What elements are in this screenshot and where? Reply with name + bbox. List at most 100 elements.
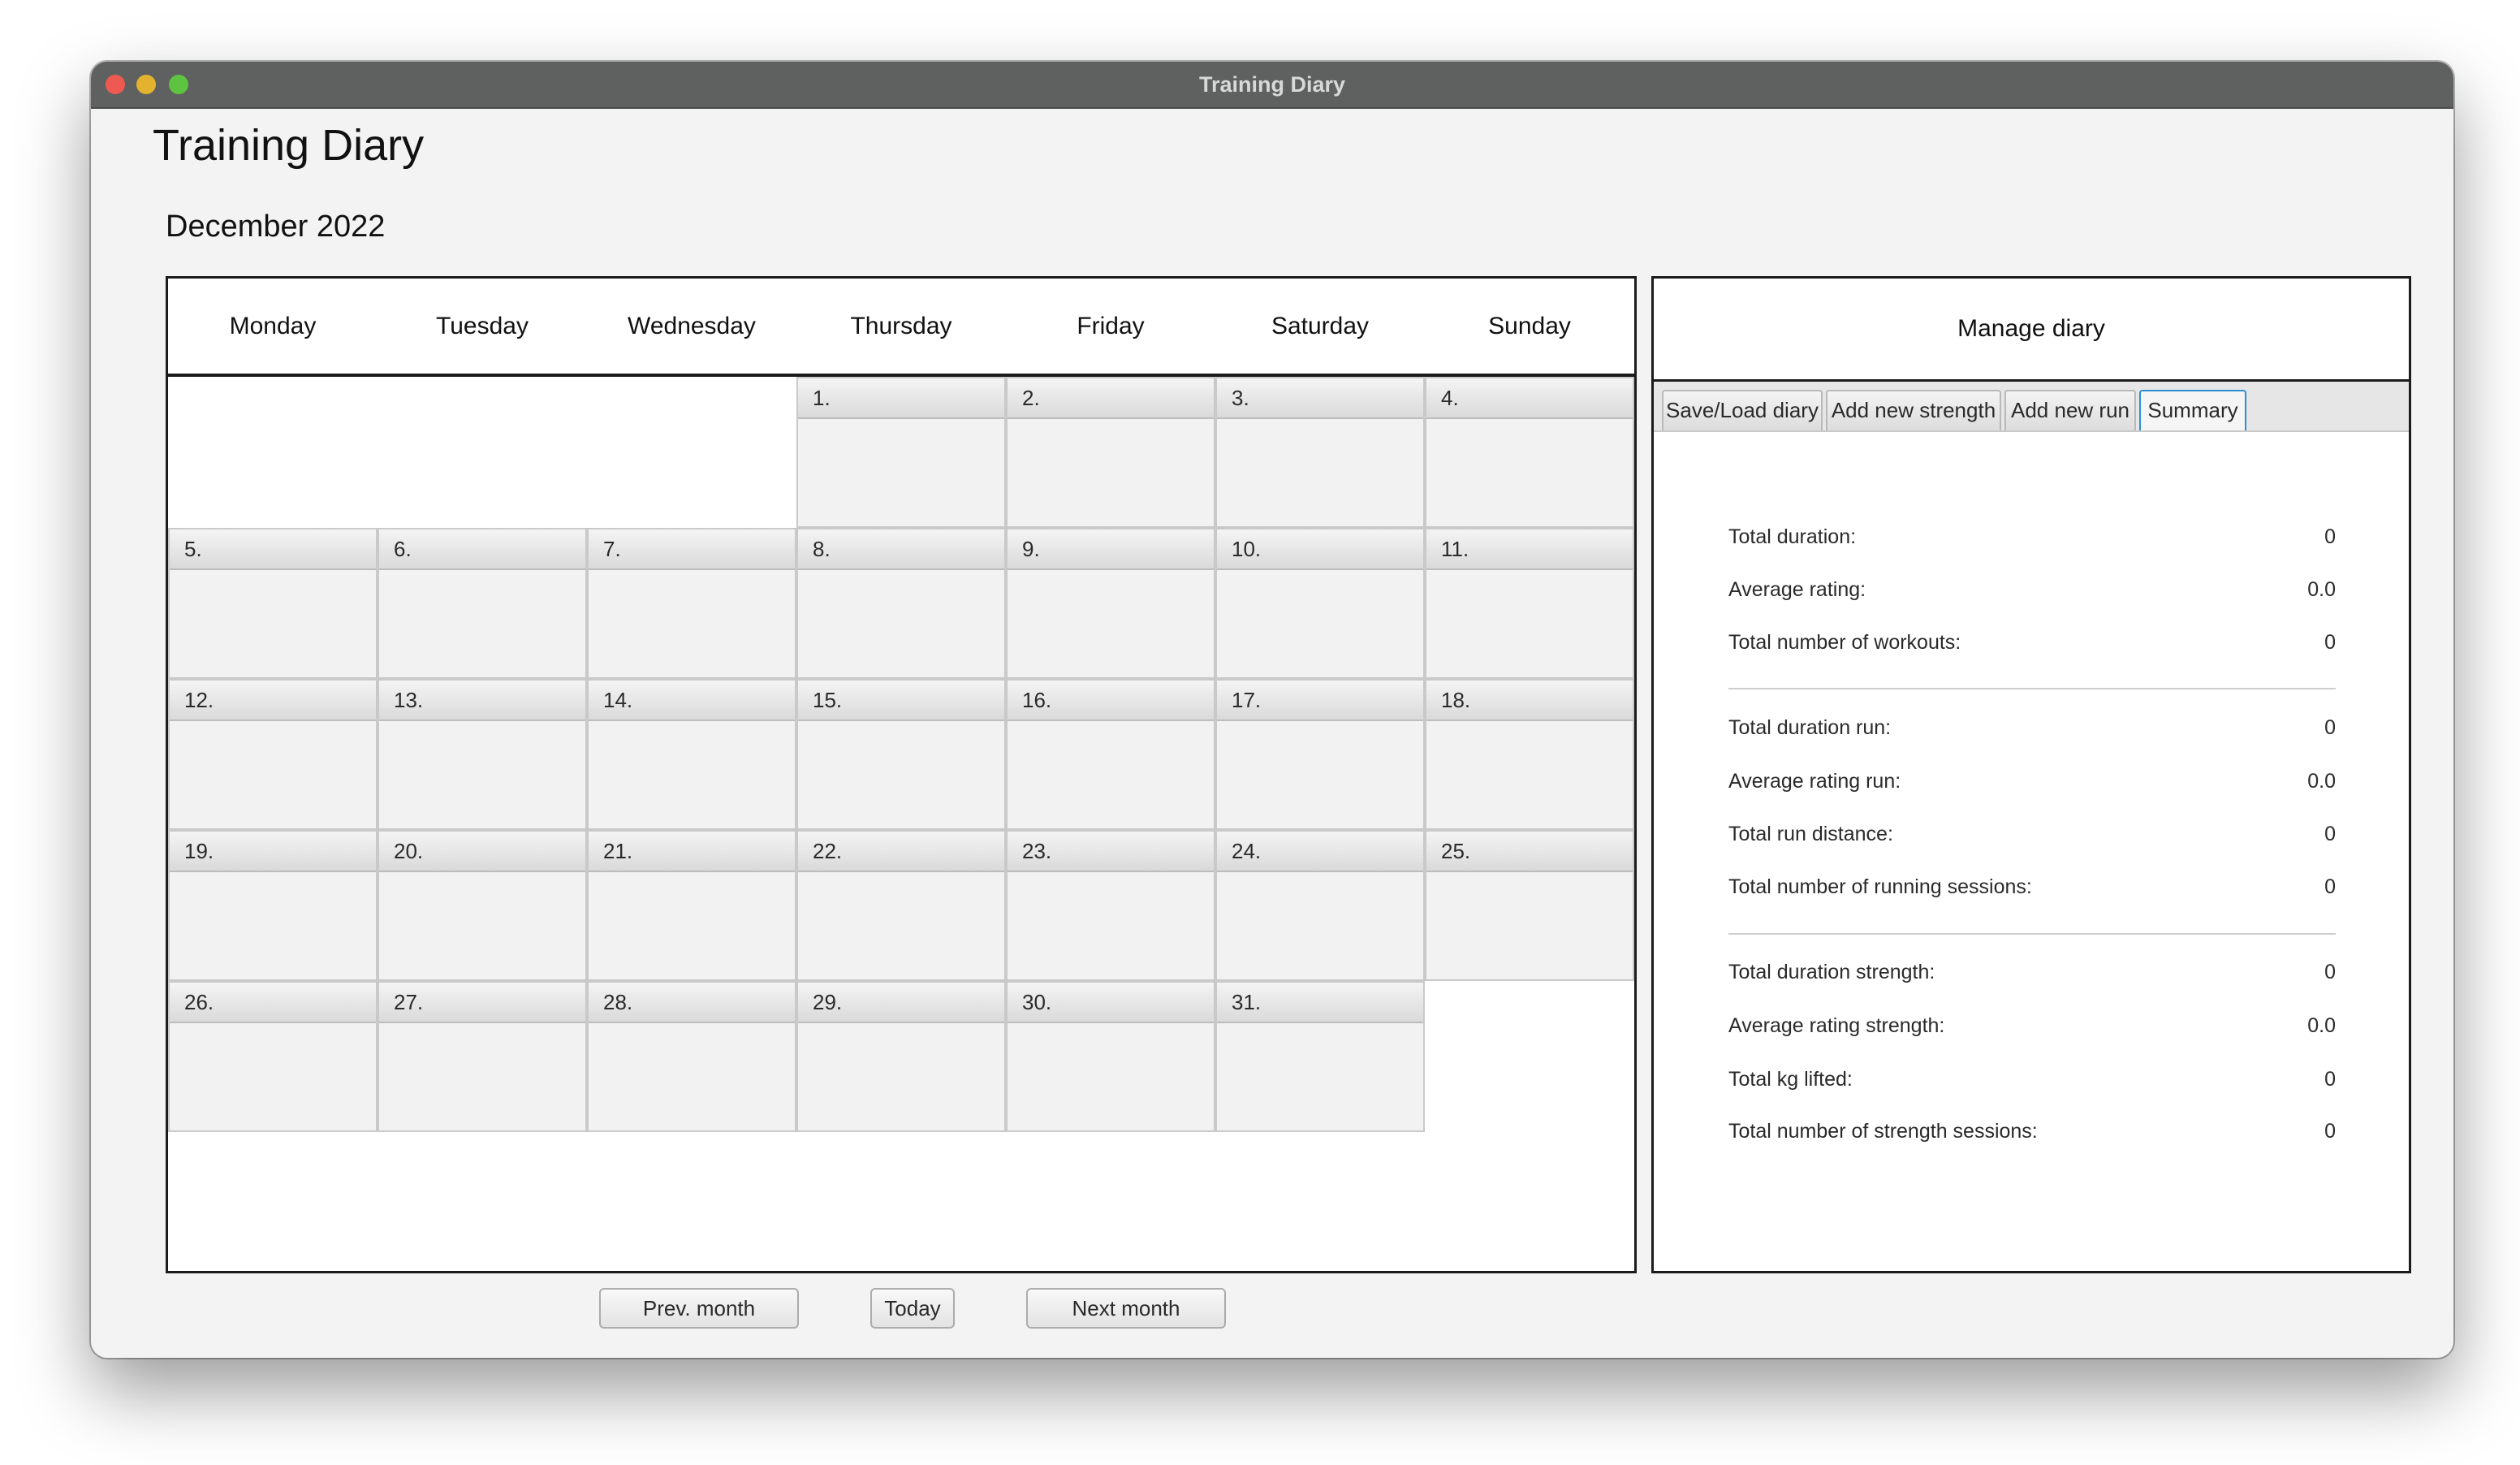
summary-label: Average rating run:: [1728, 770, 1901, 793]
calendar-day-cell[interactable]: 8.: [796, 528, 1006, 679]
day-number: 3.: [1217, 378, 1423, 419]
day-number: 15.: [798, 681, 1004, 721]
summary-row: Total duration: 0: [1728, 525, 2336, 558]
weekday-header: Monday Tuesday Wednesday Thursday Friday…: [168, 279, 1634, 377]
day-number: 4.: [1426, 378, 1633, 419]
calendar-day-cell[interactable]: 11.: [1425, 528, 1634, 679]
summary-row: Average rating strength: 0.0: [1728, 1014, 2336, 1047]
weekday-saturday: Saturday: [1271, 313, 1370, 339]
summary-label: Total duration strength:: [1728, 961, 1935, 983]
summary-value: 0: [2324, 1068, 2336, 1091]
tab-add-new-run[interactable]: Add new run: [2004, 390, 2136, 430]
weekday-friday: Friday: [1077, 313, 1145, 339]
calendar-day-cell[interactable]: 15.: [796, 679, 1006, 830]
day-number: 21.: [589, 832, 795, 872]
app-title: Training Diary: [153, 121, 425, 170]
day-number: 2.: [1008, 378, 1214, 419]
day-number: 10.: [1217, 529, 1423, 570]
tab-add-new-strength[interactable]: Add new strength: [1826, 390, 2001, 430]
weekday-monday: Monday: [229, 313, 317, 339]
summary-value: 0: [2324, 823, 2336, 845]
summary-value: 0: [2324, 875, 2336, 898]
summary-label: Total duration run:: [1728, 716, 1892, 739]
calendar-day-cell[interactable]: 1.: [796, 377, 1006, 528]
summary-label: Average rating strength:: [1728, 1014, 1945, 1037]
summary-row: Total number of workouts: 0: [1728, 631, 2336, 663]
day-number: 26.: [170, 983, 376, 1023]
calendar-day-cell[interactable]: 31.: [1215, 981, 1425, 1132]
day-number: 27.: [379, 983, 585, 1023]
calendar-day-cell[interactable]: 6.: [378, 528, 587, 679]
day-number: 17.: [1217, 681, 1423, 721]
calendar-day-cell[interactable]: 13.: [378, 679, 587, 830]
calendar-day-cell[interactable]: 9.: [1006, 528, 1215, 679]
weekday-wednesday: Wednesday: [628, 313, 756, 339]
day-number: 23.: [1008, 832, 1214, 872]
day-number: 9.: [1008, 529, 1214, 570]
calendar-day-cell[interactable]: 12.: [168, 679, 378, 830]
calendar-day-cell[interactable]: 28.: [587, 981, 796, 1132]
summary-row: Total number of strength sessions: 0: [1728, 1120, 2336, 1152]
calendar-day-cell[interactable]: 20.: [378, 830, 587, 981]
calendar-day-cell[interactable]: 25.: [1425, 830, 1634, 981]
summary-row: Total run distance: 0: [1728, 823, 2336, 855]
window-title: Training Diary: [1198, 72, 1346, 97]
summary-value: 0: [2324, 961, 2336, 983]
calendar-day-cell[interactable]: 16.: [1006, 679, 1215, 830]
month-label: December 2022: [166, 210, 386, 244]
today-button[interactable]: Today: [870, 1288, 955, 1329]
calendar-day-cell[interactable]: 5.: [168, 528, 378, 679]
calendar-day-cell[interactable]: 2.: [1006, 377, 1215, 528]
summary-row: Average rating run: 0.0: [1728, 770, 2336, 802]
calendar-day-cell[interactable]: 27.: [378, 981, 587, 1132]
calendar-day-cell[interactable]: 17.: [1215, 679, 1425, 830]
calendar-day-cell[interactable]: 14.: [587, 679, 796, 830]
summary-label: Total run distance:: [1728, 823, 1893, 845]
calendar-day-cell[interactable]: 30.: [1006, 981, 1215, 1132]
tab-strip: Save/Load diary Add new strength Add new…: [1654, 382, 2409, 432]
day-number: 22.: [798, 832, 1004, 872]
calendar-day-cell[interactable]: 4.: [1425, 377, 1634, 528]
summary-value: 0: [2324, 631, 2336, 654]
calendar-day-cell[interactable]: 10.: [1215, 528, 1425, 679]
day-number: 19.: [170, 832, 376, 872]
summary-row: Total duration strength: 0: [1728, 961, 2336, 993]
manage-diary-title: Manage diary: [1654, 279, 2409, 382]
manage-diary-panel: Manage diary Save/Load diary Add new str…: [1651, 276, 2411, 1273]
prev-month-button[interactable]: Prev. month: [599, 1288, 799, 1329]
calendar-day-cell[interactable]: 26.: [168, 981, 378, 1132]
summary-value: 0: [2324, 525, 2336, 548]
calendar-day-cell[interactable]: 24.: [1215, 830, 1425, 981]
day-number: 7.: [589, 529, 795, 570]
day-number: 14.: [589, 681, 795, 721]
tab-save-load-diary[interactable]: Save/Load diary: [1662, 390, 1823, 430]
day-number: 18.: [1426, 681, 1633, 721]
calendar-day-cell[interactable]: 3.: [1215, 377, 1425, 528]
day-number: 30.: [1008, 983, 1214, 1023]
weekday-sunday: Sunday: [1488, 313, 1571, 339]
calendar-day-cell[interactable]: 22.: [796, 830, 1006, 981]
calendar-day-cell[interactable]: 29.: [796, 981, 1006, 1132]
summary-row: Total number of running sessions: 0: [1728, 875, 2336, 908]
day-number: 13.: [379, 681, 585, 721]
summary-row: Total duration run: 0: [1728, 716, 2336, 749]
summary-value: 0: [2324, 716, 2336, 739]
calendar-day-cell[interactable]: 23.: [1006, 830, 1215, 981]
app-window: Training Diary Training Diary December 2…: [91, 62, 2453, 1358]
calendar-day-cell[interactable]: 7.: [587, 528, 796, 679]
tab-summary[interactable]: Summary: [2139, 390, 2246, 430]
summary-value: 0.0: [2307, 1014, 2336, 1037]
day-number: 29.: [798, 983, 1004, 1023]
summary-divider: [1728, 933, 2336, 935]
calendar-day-cell[interactable]: 18.: [1425, 679, 1634, 830]
summary-label: Total number of strength sessions:: [1728, 1120, 2038, 1143]
summary-label: Total number of workouts:: [1728, 631, 1961, 654]
calendar-day-cell[interactable]: 19.: [168, 830, 378, 981]
day-number: 20.: [379, 832, 585, 872]
day-number: 12.: [170, 681, 376, 721]
title-bar[interactable]: Training Diary: [91, 62, 2453, 109]
next-month-button[interactable]: Next month: [1026, 1288, 1226, 1329]
calendar-day-cell[interactable]: 21.: [587, 830, 796, 981]
day-number: 31.: [1217, 983, 1423, 1023]
summary-value: 0.0: [2307, 578, 2336, 601]
